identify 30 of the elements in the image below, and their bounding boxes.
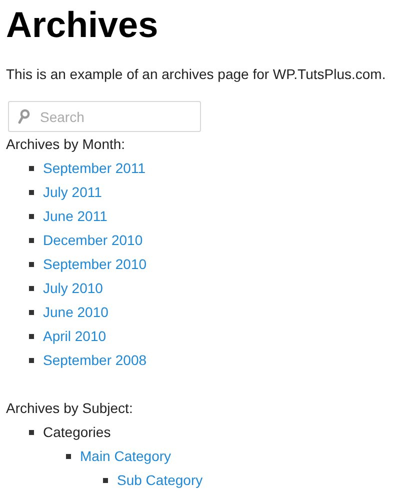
archive-link[interactable]: September 2011 (43, 160, 146, 176)
archive-link[interactable]: June 2010 (43, 304, 108, 320)
archive-link[interactable]: Main Category (80, 448, 172, 464)
archive-link[interactable]: Sub Category (117, 472, 203, 488)
intro-text: This is an example of an archives page for WP.TutsPlus.com. (6, 65, 387, 83)
bullet-icon (29, 358, 34, 362)
bullet-icon (29, 334, 34, 338)
archive-link[interactable]: July 2011 (43, 184, 102, 200)
category-label: Categories (43, 424, 111, 440)
bullet-icon (29, 214, 34, 218)
bullet-icon (29, 310, 34, 314)
archive-link[interactable]: July 2010 (43, 280, 103, 296)
bullet-icon (29, 262, 34, 266)
section-heading: Archives by Month: (6, 135, 126, 154)
archive-link[interactable]: December 2010 (43, 232, 143, 248)
bullet-icon (29, 190, 34, 194)
bullet-icon (66, 454, 71, 458)
bullet-icon (29, 238, 34, 242)
archive-link[interactable]: September 2008 (43, 352, 147, 368)
search-icon (18, 109, 30, 124)
section-heading: Archives by Subject: (6, 399, 134, 418)
bullet-icon (29, 430, 34, 434)
archive-link[interactable]: April 2010 (43, 328, 106, 344)
bullet-icon (29, 166, 34, 170)
page-title: Archives (6, 4, 160, 46)
bullet-icon (103, 478, 108, 482)
archive-link[interactable]: September 2010 (43, 256, 147, 272)
search-field[interactable]: Search (8, 101, 201, 132)
bullet-icon (29, 286, 34, 290)
archive-link[interactable]: June 2011 (43, 208, 108, 224)
